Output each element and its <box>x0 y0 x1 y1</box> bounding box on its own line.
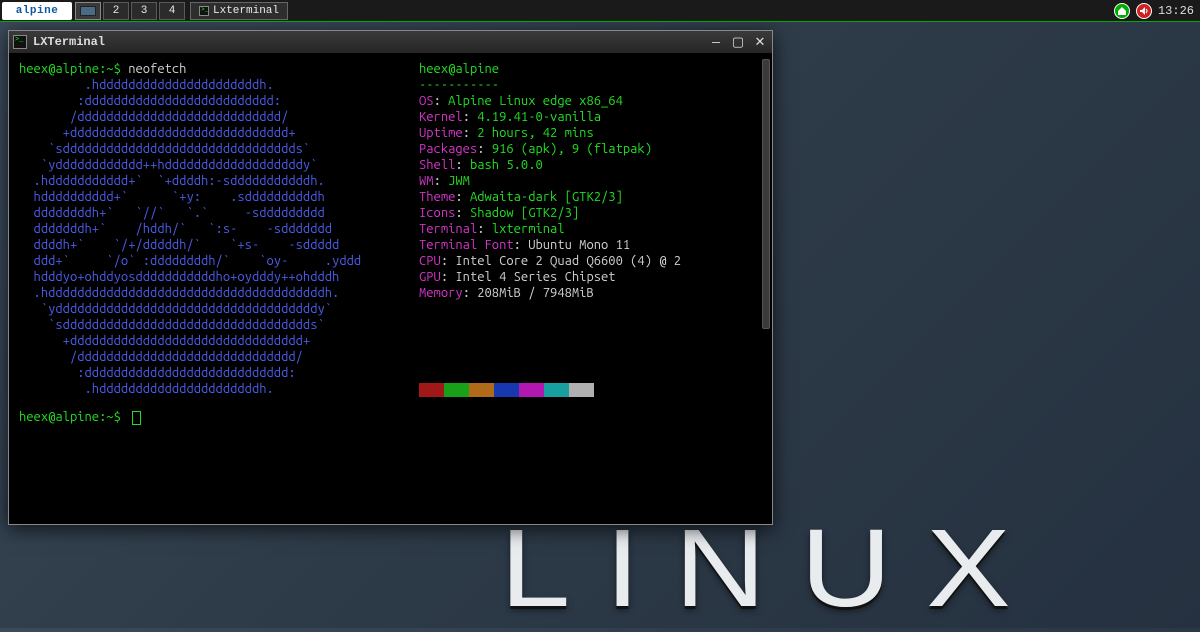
color-swatch <box>544 383 569 397</box>
color-swatch <box>419 383 444 397</box>
system-tray: 13:26 <box>1114 3 1200 19</box>
neofetch-key: Packages <box>419 142 477 156</box>
neofetch-color-swatches <box>419 383 594 397</box>
color-swatch <box>519 383 544 397</box>
distro-menu-button[interactable]: alpine <box>2 2 72 20</box>
volume-icon[interactable] <box>1136 3 1152 19</box>
desktop-4-button[interactable]: 4 <box>159 2 185 20</box>
neofetch-key: Terminal <box>419 222 477 236</box>
neofetch-value: Intel Core 2 Quad Q6600 (4) @ 2 <box>455 254 681 268</box>
color-swatch <box>444 383 469 397</box>
neofetch-key: WM <box>419 174 434 188</box>
maximize-button[interactable]: ▢ <box>730 35 746 49</box>
neofetch-key: Shell <box>419 158 455 172</box>
neofetch-value: 2 hours, 42 mins <box>477 126 593 140</box>
close-button[interactable]: ✕ <box>752 35 768 49</box>
color-swatch <box>494 383 519 397</box>
neofetch-value: Adwaita-dark [GTK2/3] <box>470 190 623 204</box>
neofetch-row: GPU: Intel 4 Series Chipset <box>419 269 681 285</box>
neofetch-value: 916 (apk), 9 (flatpak) <box>492 142 652 156</box>
neofetch-value: Shadow [GTK2/3] <box>470 206 579 220</box>
taskbar-entry-lxterminal[interactable]: Lxterminal <box>190 2 288 20</box>
neofetch-row: Memory: 208MiB / 7948MiB <box>419 285 681 301</box>
neofetch-row: Uptime: 2 hours, 42 mins <box>419 125 681 141</box>
prompt-line-2: heex@alpine:~$ <box>19 409 762 425</box>
neofetch-key: Uptime <box>419 126 463 140</box>
terminal-icon <box>13 35 27 49</box>
distro-logo-text: alpine <box>16 5 59 17</box>
desktop-3-button[interactable]: 3 <box>131 2 157 20</box>
neofetch-value: 4.19.41-0-vanilla <box>477 110 601 124</box>
cursor <box>132 411 141 425</box>
titlebar[interactable]: LXTerminal — ▢ ✕ <box>9 31 772 53</box>
minimize-button[interactable]: — <box>708 35 724 49</box>
shell-prompt: heex@alpine:~$ <box>19 410 121 424</box>
desktop-1-button[interactable] <box>75 2 101 20</box>
neofetch-value: Ubuntu Mono 11 <box>528 238 630 252</box>
neofetch-row: Terminal: lxterminal <box>419 221 681 237</box>
neofetch-user-host: heex@alpine <box>419 62 499 76</box>
neofetch-value: JWM <box>448 174 470 188</box>
neofetch-row: Theme: Adwaita-dark [GTK2/3] <box>419 189 681 205</box>
neofetch-key: CPU <box>419 254 441 268</box>
neofetch-key: Kernel <box>419 110 463 124</box>
neofetch-row: WM: JWM <box>419 173 681 189</box>
neofetch-value: bash 5.0.0 <box>470 158 543 172</box>
shell-prompt: heex@alpine:~$ <box>19 62 121 76</box>
neofetch-key: Icons <box>419 206 455 220</box>
terminal-window: LXTerminal — ▢ ✕ heex@alpine:~$ neofetch… <box>8 30 773 525</box>
terminal-icon <box>199 6 209 16</box>
neofetch-key: OS <box>419 94 434 108</box>
terminal-body[interactable]: heex@alpine:~$ neofetch .hdddddddddddddd… <box>9 53 772 524</box>
desktop-thumb-icon <box>80 6 96 16</box>
color-swatch <box>569 383 594 397</box>
color-swatch <box>469 383 494 397</box>
neofetch-value: 208MiB / 7948MiB <box>477 286 593 300</box>
neofetch-key: Theme <box>419 190 455 204</box>
neofetch-row: Icons: Shadow [GTK2/3] <box>419 205 681 221</box>
neofetch-row: Packages: 916 (apk), 9 (flatpak) <box>419 141 681 157</box>
desktop-2-button[interactable]: 2 <box>103 2 129 20</box>
taskbar: alpine 2 3 4 Lxterminal 13:26 <box>0 0 1200 22</box>
neofetch-value: lxterminal <box>492 222 565 236</box>
neofetch-row: Terminal Font: Ubuntu Mono 11 <box>419 237 681 253</box>
neofetch-key: Terminal Font <box>419 238 514 252</box>
home-icon[interactable] <box>1114 3 1130 19</box>
neofetch-key: Memory <box>419 286 463 300</box>
neofetch-row: Shell: bash 5.0.0 <box>419 157 681 173</box>
neofetch-key: GPU <box>419 270 441 284</box>
taskbar-clock[interactable]: 13:26 <box>1158 4 1194 18</box>
neofetch-row: Kernel: 4.19.41-0-vanilla <box>419 109 681 125</box>
scrollbar-thumb[interactable] <box>762 59 770 329</box>
neofetch-info-column: heex@alpine ----------- OS: Alpine Linux… <box>419 61 681 301</box>
neofetch-value: Intel 4 Series Chipset <box>455 270 615 284</box>
window-title: LXTerminal <box>33 35 105 49</box>
task-label: Lxterminal <box>213 5 279 17</box>
neofetch-row: CPU: Intel Core 2 Quad Q6600 (4) @ 2 <box>419 253 681 269</box>
neofetch-value: Alpine Linux edge x86_64 <box>448 94 623 108</box>
typed-command: neofetch <box>128 62 186 76</box>
neofetch-row: OS: Alpine Linux edge x86_64 <box>419 93 681 109</box>
